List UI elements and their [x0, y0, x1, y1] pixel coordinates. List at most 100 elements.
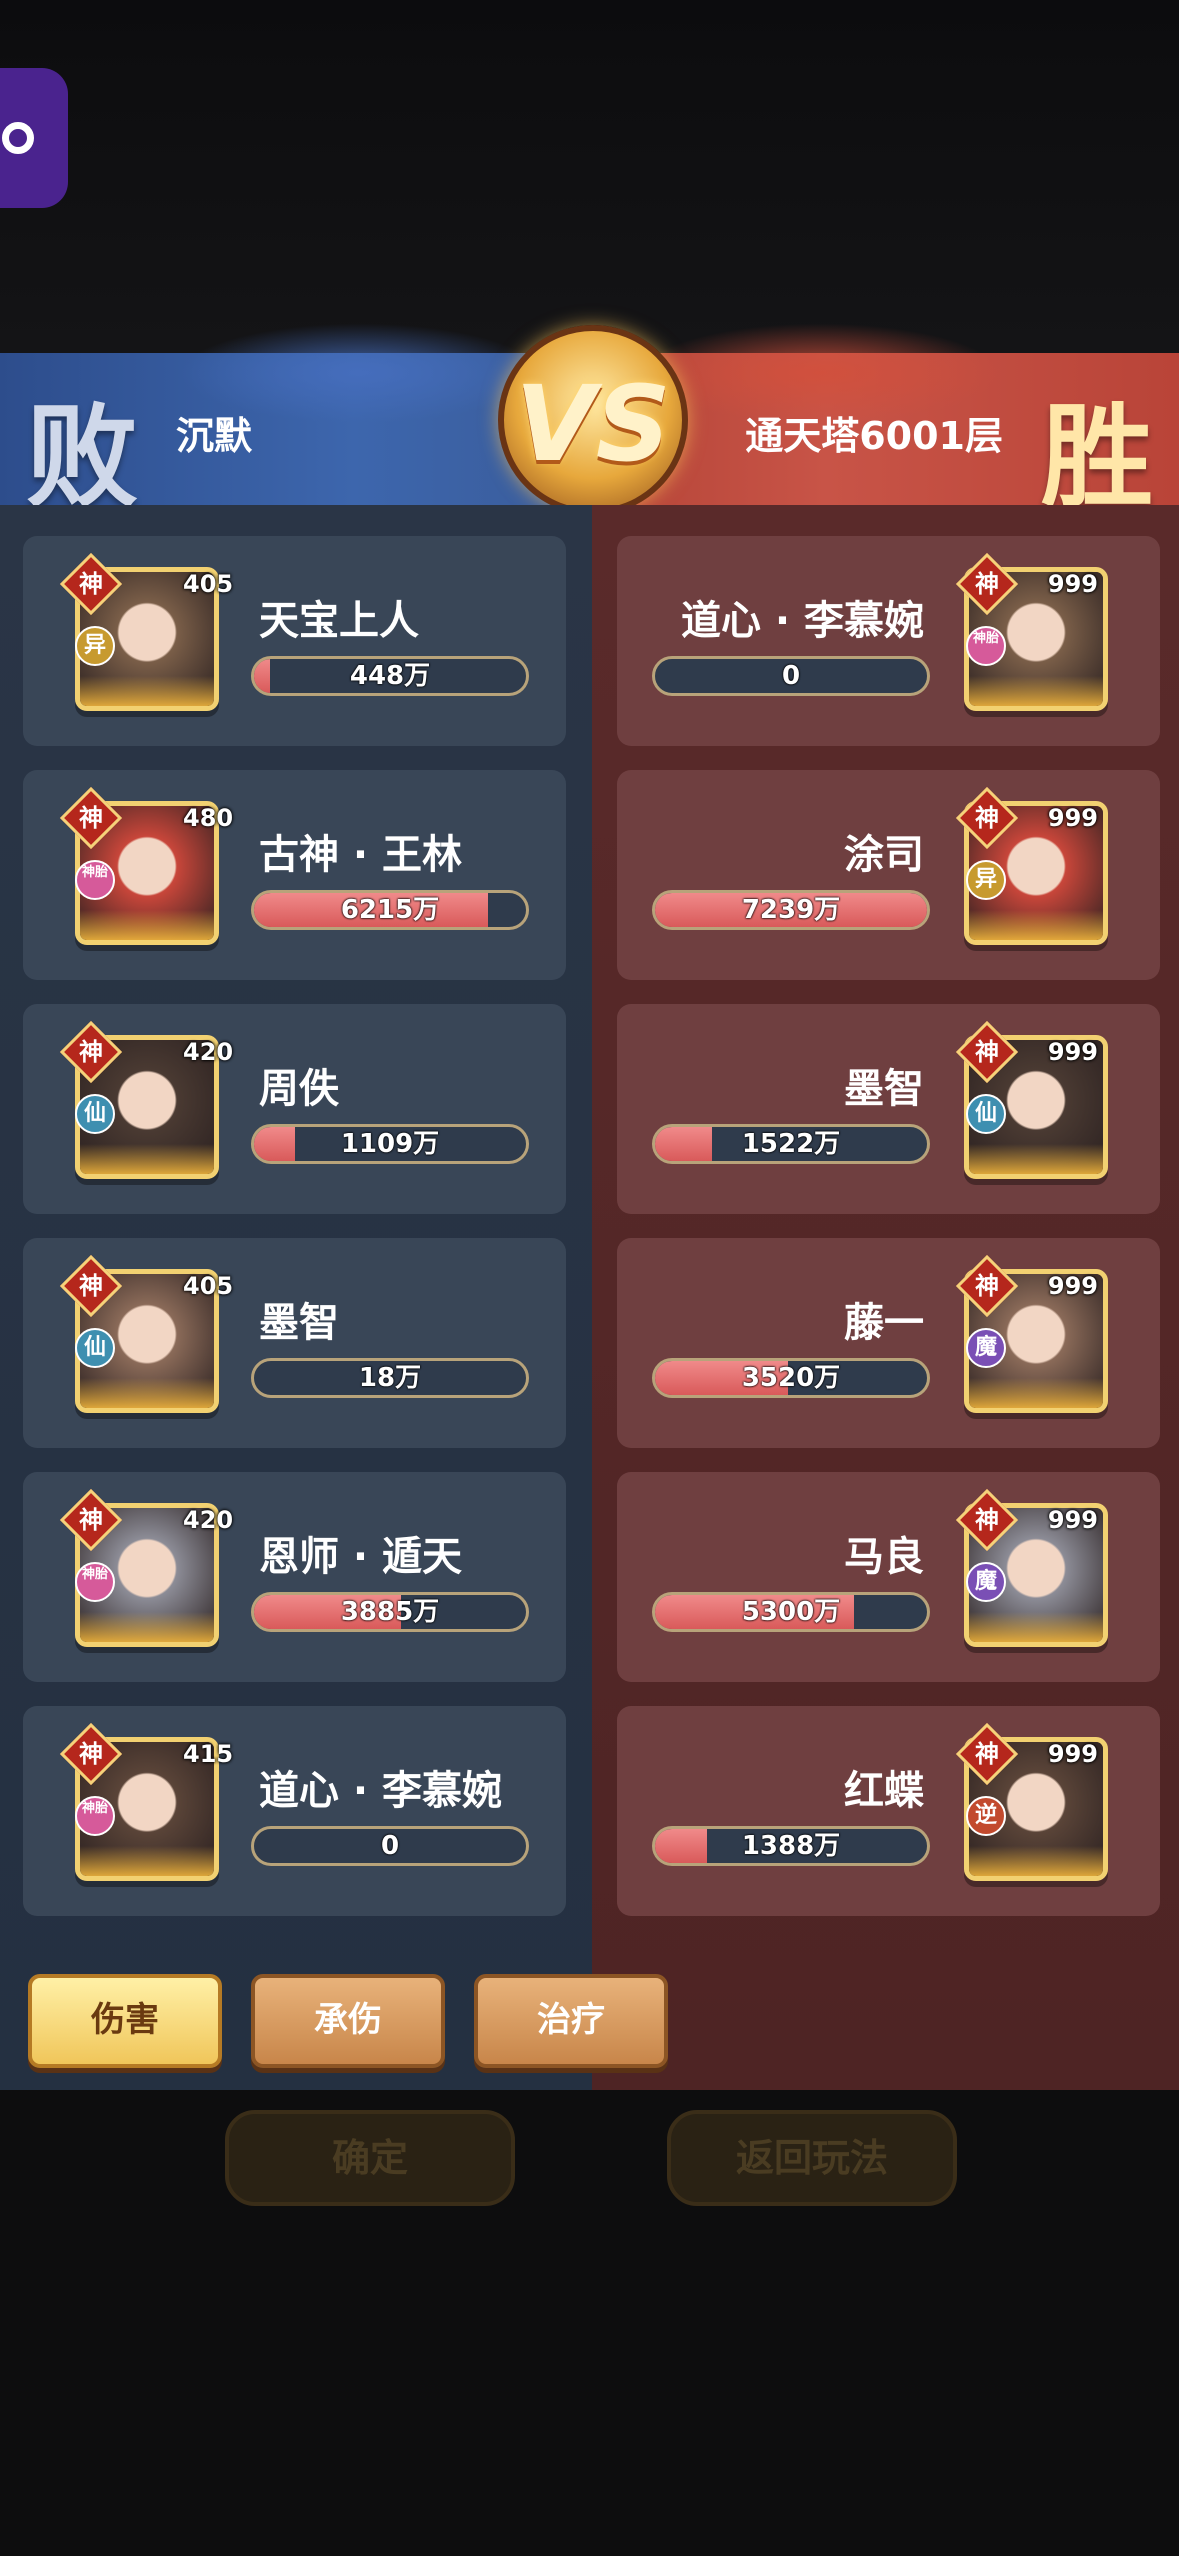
god-rank-text: 神	[975, 1038, 999, 1066]
hero-level: 405	[183, 1272, 234, 1300]
god-rank-text: 神	[975, 1506, 999, 1534]
damage-value: 18万	[358, 1363, 422, 1393]
left-hero-card[interactable]: 神仙 420 周佚 1109万	[23, 1004, 566, 1214]
hero-name: 墨智	[259, 1300, 339, 1346]
star-rank-decoration	[969, 1612, 1103, 1642]
damage-value: 1522万	[741, 1129, 841, 1159]
damage-bar: 5300万	[652, 1592, 930, 1632]
damage-value: 3885万	[340, 1597, 440, 1627]
hero-name: 古神 · 王林	[259, 832, 463, 878]
damage-value: 0	[380, 1831, 400, 1861]
faction-badge: 仙	[966, 1094, 1006, 1134]
damage-bar: 7239万	[652, 890, 930, 930]
hero-level: 405	[183, 570, 234, 598]
damage-value: 7239万	[741, 895, 841, 925]
star-rank-decoration	[80, 1612, 214, 1642]
hero-level: 415	[183, 1740, 234, 1768]
hero-name: 墨智	[844, 1066, 924, 1112]
hero-level: 420	[183, 1038, 234, 1066]
faction-badge: 仙	[75, 1328, 115, 1368]
hero-name: 周佚	[259, 1066, 339, 1112]
vs-text: VS	[515, 363, 671, 485]
damage-value: 0	[781, 661, 801, 691]
hero-name: 马良	[844, 1534, 924, 1580]
hero-level: 999	[1047, 1038, 1098, 1066]
corner-menu-button[interactable]	[0, 68, 68, 208]
hero-level: 999	[1047, 1506, 1098, 1534]
damage-bar: 3885万	[251, 1592, 529, 1632]
faction-badge: 魔	[966, 1562, 1006, 1602]
battle-result-header: 败 沉默 通天塔6001层 胜 VS	[0, 323, 1179, 523]
right-hero-card[interactable]: 神逆 999 红蝶 1388万	[617, 1706, 1160, 1916]
god-rank-text: 神	[79, 1506, 103, 1534]
left-hero-card[interactable]: 神神胎 480 古神 · 王林 6215万	[23, 770, 566, 980]
faction-badge: 仙	[75, 1094, 115, 1134]
right-hero-card[interactable]: 神异 999 涂司 7239万	[617, 770, 1160, 980]
left-player-name: 沉默	[176, 414, 253, 458]
hero-level: 999	[1047, 1272, 1098, 1300]
damage-value: 6215万	[340, 895, 440, 925]
menu-icon	[2, 122, 34, 154]
damage-value: 448万	[349, 661, 431, 691]
star-rank-decoration	[80, 1378, 214, 1408]
hero-name: 藤一	[844, 1300, 924, 1346]
hero-name: 道心 · 李慕婉	[680, 598, 924, 644]
right-hero-card[interactable]: 神魔 999 藤一 3520万	[617, 1238, 1160, 1448]
damage-bar: 1388万	[652, 1826, 930, 1866]
tab-healing[interactable]: 治疗	[474, 1974, 668, 2068]
right-hero-card[interactable]: 神魔 999 马良 5300万	[617, 1472, 1160, 1682]
hero-level: 999	[1047, 804, 1098, 832]
faction-badge: 魔	[966, 1328, 1006, 1368]
god-rank-text: 神	[79, 1272, 103, 1300]
hero-name: 红蝶	[844, 1768, 924, 1814]
hero-level: 999	[1047, 1740, 1098, 1768]
left-hero-card[interactable]: 神异 405 天宝上人 448万	[23, 536, 566, 746]
hero-name: 恩师 · 遁天	[259, 1534, 463, 1580]
top-background	[0, 0, 1179, 353]
hero-name: 天宝上人	[259, 598, 419, 644]
star-rank-decoration	[80, 1846, 214, 1876]
left-hero-card[interactable]: 神仙 405 墨智 18万	[23, 1238, 566, 1448]
dimmed-overlay	[0, 2090, 1179, 2556]
tab-damage[interactable]: 伤害	[28, 1974, 222, 2068]
right-player-name: 通天塔6001层	[745, 414, 1003, 458]
confirm-button[interactable]: 确定	[225, 2110, 515, 2206]
faction-badge: 异	[966, 860, 1006, 900]
damage-bar: 0	[251, 1826, 529, 1866]
damage-value: 1388万	[741, 1831, 841, 1861]
right-hero-card[interactable]: 神神胎 999 道心 · 李慕婉 0	[617, 536, 1160, 746]
star-rank-decoration	[969, 676, 1103, 706]
damage-bar: 1109万	[251, 1124, 529, 1164]
star-rank-decoration	[969, 1378, 1103, 1408]
star-rank-decoration	[80, 910, 214, 940]
god-rank-text: 神	[79, 1038, 103, 1066]
god-rank-text: 神	[79, 804, 103, 832]
right-hero-card[interactable]: 神仙 999 墨智 1522万	[617, 1004, 1160, 1214]
faction-badge: 神胎	[75, 860, 115, 900]
damage-bar: 18万	[251, 1358, 529, 1398]
damage-value: 5300万	[741, 1597, 841, 1627]
damage-bar: 3520万	[652, 1358, 930, 1398]
hero-level: 480	[183, 804, 234, 832]
faction-badge: 神胎	[75, 1796, 115, 1836]
god-rank-text: 神	[79, 1740, 103, 1768]
left-hero-card[interactable]: 神神胎 415 道心 · 李慕婉 0	[23, 1706, 566, 1916]
damage-bar: 448万	[251, 656, 529, 696]
god-rank-text: 神	[975, 570, 999, 598]
god-rank-text: 神	[79, 570, 103, 598]
faction-badge: 神胎	[966, 626, 1006, 666]
god-rank-text: 神	[975, 804, 999, 832]
star-rank-decoration	[969, 1846, 1103, 1876]
hero-name: 道心 · 李慕婉	[259, 1768, 503, 1814]
star-rank-decoration	[80, 676, 214, 706]
damage-value: 1109万	[340, 1129, 440, 1159]
vs-emblem: VS	[498, 325, 688, 515]
damage-bar: 6215万	[251, 890, 529, 930]
star-rank-decoration	[80, 1144, 214, 1174]
return-button[interactable]: 返回玩法	[667, 2110, 957, 2206]
faction-badge: 异	[75, 626, 115, 666]
god-rank-text: 神	[975, 1740, 999, 1768]
damage-bar: 0	[652, 656, 930, 696]
left-hero-card[interactable]: 神神胎 420 恩师 · 遁天 3885万	[23, 1472, 566, 1682]
tab-damage-taken[interactable]: 承伤	[251, 1974, 445, 2068]
